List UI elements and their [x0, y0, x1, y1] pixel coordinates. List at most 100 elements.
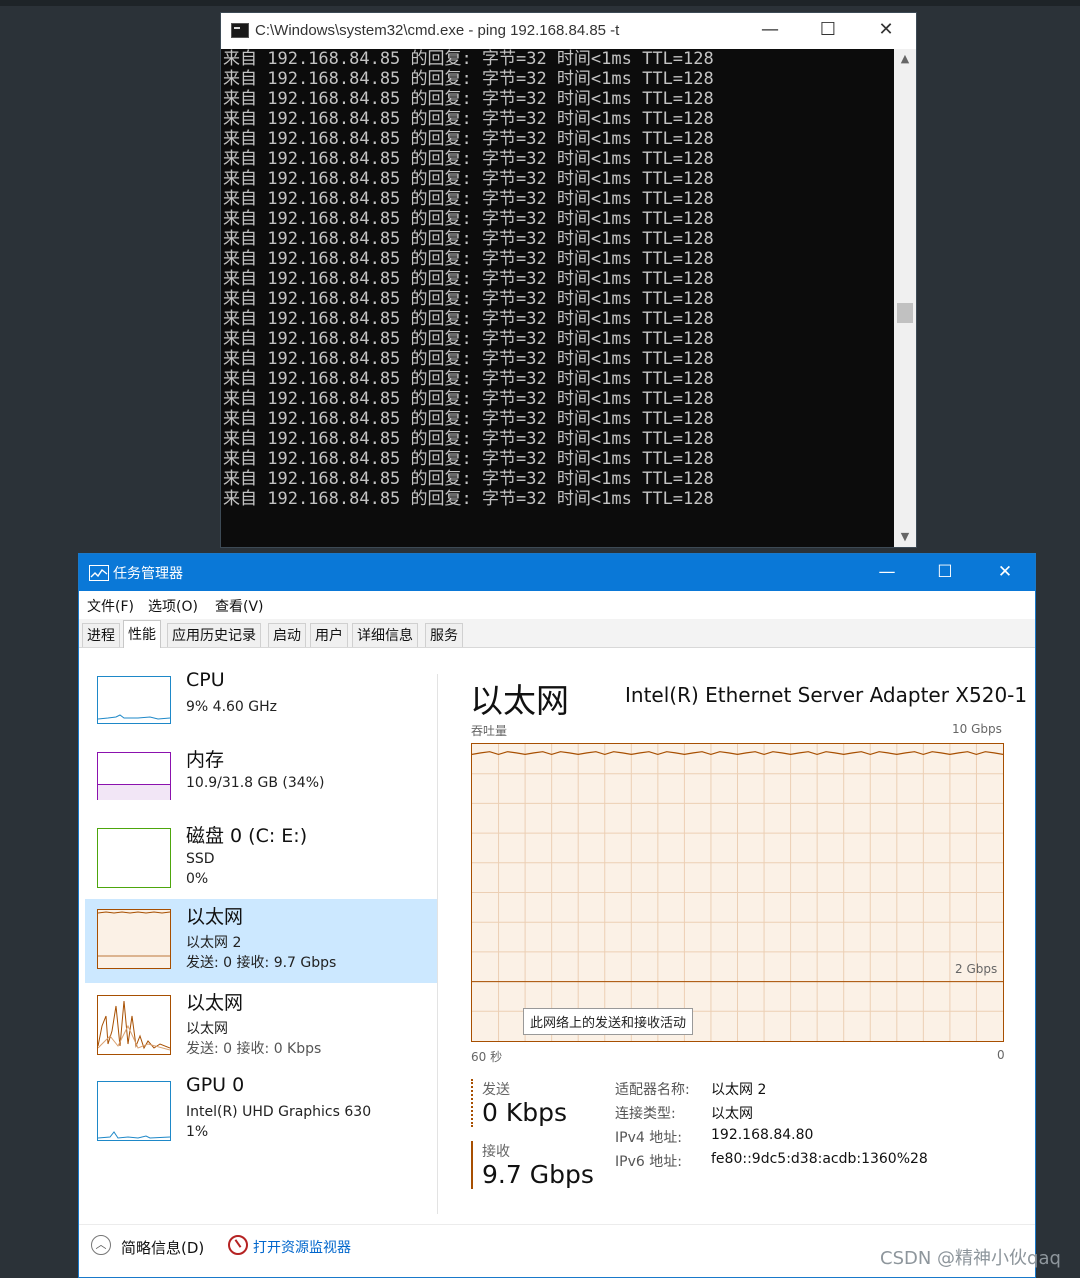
menu-bar: 文件(F) 选项(O) 查看(V) [79, 591, 1035, 619]
tm-close-button[interactable]: ✕ [975, 554, 1035, 591]
console-line: 来自 192.168.84.85 的回复: 字节=32 时间<1ms TTL=1… [223, 229, 714, 249]
console-line: 来自 192.168.84.85 的回复: 字节=32 时间<1ms TTL=1… [223, 89, 714, 109]
send-indicator [471, 1079, 473, 1127]
console-line: 来自 192.168.84.85 的回复: 字节=32 时间<1ms TTL=1… [223, 49, 714, 69]
perf-item-memory[interactable]: 内存 10.9/31.8 GB (34%) [85, 742, 437, 826]
tab-bar: 进程 性能 应用历史记录 启动 用户 详细信息 服务 [79, 619, 1035, 648]
cmd-window: C:\Windows\system32\cmd.exe - ping 192.1… [220, 12, 917, 548]
console-line: 来自 192.168.84.85 的回复: 字节=32 时间<1ms TTL=1… [223, 189, 714, 209]
console-line: 来自 192.168.84.85 的回复: 字节=32 时间<1ms TTL=1… [223, 449, 714, 469]
ethernet-2-thumbnail [97, 909, 171, 969]
tab-users[interactable]: 用户 [310, 623, 348, 647]
fewer-details-button[interactable]: 简略信息(D) [121, 1237, 204, 1258]
footer-divider [79, 1224, 1035, 1225]
cmd-close-button[interactable]: ✕ [857, 13, 915, 49]
scroll-up-icon[interactable]: ▲ [894, 49, 916, 69]
ipv4-value: 192.168.84.80 [711, 1127, 814, 1143]
console-line: 来自 192.168.84.85 的回复: 字节=32 时间<1ms TTL=1… [223, 329, 714, 349]
tab-processes[interactable]: 进程 [82, 623, 120, 647]
tm-titlebar[interactable]: 任务管理器 — ☐ ✕ [79, 554, 1035, 591]
tm-title: 任务管理器 [113, 566, 183, 582]
tab-services[interactable]: 服务 [425, 623, 463, 647]
ethernet-thumbnail [97, 995, 171, 1055]
gpu-usage: 1% [186, 1124, 209, 1140]
disk-type: SSD [186, 851, 215, 867]
ethernet-title: 以太网 [186, 992, 244, 1014]
gpu-model: Intel(R) UHD Graphics 630 [186, 1104, 372, 1120]
ethernet-2-title: 以太网 [186, 906, 244, 928]
graph-max-label: 10 Gbps [952, 722, 1002, 736]
panel-divider [437, 674, 438, 1214]
ipv6-key: IPv6 地址: [615, 1154, 682, 1170]
cmd-scrollbar[interactable]: ▲ ▼ [894, 49, 916, 547]
console-line: 来自 192.168.84.85 的回复: 字节=32 时间<1ms TTL=1… [223, 429, 714, 449]
disk-usage: 0% [186, 871, 209, 887]
ethernet-2-name: 以太网 2 [186, 935, 242, 951]
scroll-down-icon[interactable]: ▼ [894, 527, 916, 547]
cpu-title: CPU [186, 669, 225, 691]
send-label: 发送 [482, 1082, 510, 1098]
console-line: 来自 192.168.84.85 的回复: 字节=32 时间<1ms TTL=1… [223, 469, 714, 489]
perf-item-ethernet-2[interactable]: 以太网 以太网 2 发送: 0 接收: 9.7 Gbps [85, 899, 437, 983]
cpu-thumbnail [97, 676, 171, 724]
ipv6-value: fe80::9dc5:d38:acdb:1360%28 [711, 1151, 928, 1167]
tab-startup[interactable]: 启动 [268, 623, 306, 647]
console-line: 来自 192.168.84.85 的回复: 字节=32 时间<1ms TTL=1… [223, 169, 714, 189]
console-line: 来自 192.168.84.85 的回复: 字节=32 时间<1ms TTL=1… [223, 289, 714, 309]
memory-title: 内存 [186, 749, 225, 771]
open-resource-monitor-link[interactable]: 打开资源监视器 [253, 1237, 351, 1257]
perf-item-ethernet[interactable]: 以太网 以太网 发送: 0 接收: 0 Kbps [85, 985, 437, 1069]
disk-thumbnail [97, 828, 171, 888]
ethernet-2-rate: 发送: 0 接收: 9.7 Gbps [186, 955, 337, 971]
tab-details[interactable]: 详细信息 [352, 623, 418, 647]
memory-usage: 10.9/31.8 GB (34%) [186, 775, 325, 791]
receive-label: 接收 [482, 1144, 510, 1160]
cmd-maximize-button[interactable]: ☐ [799, 13, 857, 49]
adapter-name-value: 以太网 2 [711, 1082, 767, 1098]
task-manager-window: 任务管理器 — ☐ ✕ 文件(F) 选项(O) 查看(V) 进程 性能 应用历史… [78, 553, 1036, 1278]
menu-file[interactable]: 文件(F) [87, 596, 134, 616]
desktop-top-strip [0, 0, 1080, 6]
adapter-name-key: 适配器名称: [615, 1082, 690, 1098]
menu-view[interactable]: 查看(V) [215, 596, 264, 616]
tab-performance[interactable]: 性能 [123, 620, 161, 648]
perf-item-disk[interactable]: 磁盘 0 (C: E:) SSD 0% [85, 818, 437, 902]
cmd-title: C:\Windows\system32\cmd.exe - ping 192.1… [255, 22, 620, 39]
console-line: 来自 192.168.84.85 的回复: 字节=32 时间<1ms TTL=1… [223, 309, 714, 329]
chevron-up-icon[interactable]: ︿ [91, 1235, 111, 1255]
ipv4-key: IPv4 地址: [615, 1130, 682, 1146]
console-line: 来自 192.168.84.85 的回复: 字节=32 时间<1ms TTL=1… [223, 369, 714, 389]
graph-mid-label: 2 Gbps [955, 962, 998, 976]
cmd-titlebar[interactable]: C:\Windows\system32\cmd.exe - ping 192.1… [221, 13, 916, 49]
resource-monitor-icon [228, 1235, 248, 1255]
console-line: 来自 192.168.84.85 的回复: 字节=32 时间<1ms TTL=1… [223, 69, 714, 89]
console-icon [231, 23, 249, 38]
console-output[interactable]: 来自 192.168.84.85 的回复: 字节=32 时间<1ms TTL=1… [221, 49, 894, 547]
receive-value: 9.7 Gbps [482, 1160, 594, 1189]
throughput-graph [471, 743, 1004, 1042]
console-line: 来自 192.168.84.85 的回复: 字节=32 时间<1ms TTL=1… [223, 349, 714, 369]
tm-maximize-button[interactable]: ☐ [915, 554, 975, 591]
time-left-label: 60 秒 [471, 1050, 503, 1064]
console-line: 来自 192.168.84.85 的回复: 字节=32 时间<1ms TTL=1… [223, 489, 714, 509]
perf-item-cpu[interactable]: CPU 9% 4.60 GHz [85, 666, 437, 750]
time-right-label: 0 [997, 1048, 1005, 1062]
console-line: 来自 192.168.84.85 的回复: 字节=32 时间<1ms TTL=1… [223, 149, 714, 169]
adapter-name: Intel(R) Ethernet Server Adapter X520-1 [625, 683, 1028, 707]
tm-minimize-button[interactable]: — [857, 554, 917, 591]
perf-item-gpu[interactable]: GPU 0 Intel(R) UHD Graphics 630 1% [85, 1071, 437, 1155]
tab-app-history[interactable]: 应用历史记录 [167, 623, 261, 647]
menu-options[interactable]: 选项(O) [148, 596, 198, 616]
console-line: 来自 192.168.84.85 的回复: 字节=32 时间<1ms TTL=1… [223, 249, 714, 269]
cpu-usage: 9% 4.60 GHz [186, 699, 278, 715]
gpu-title: GPU 0 [186, 1074, 245, 1096]
ethernet-rate: 发送: 0 接收: 0 Kbps [186, 1041, 322, 1057]
receive-indicator [471, 1141, 473, 1189]
cmd-minimize-button[interactable]: — [741, 13, 799, 49]
task-manager-icon [89, 565, 109, 581]
ethernet-name: 以太网 [186, 1021, 228, 1037]
connection-type-key: 连接类型: [615, 1106, 676, 1122]
scroll-thumb[interactable] [897, 303, 913, 323]
console-line: 来自 192.168.84.85 的回复: 字节=32 时间<1ms TTL=1… [223, 409, 714, 429]
console-line: 来自 192.168.84.85 的回复: 字节=32 时间<1ms TTL=1… [223, 209, 714, 229]
